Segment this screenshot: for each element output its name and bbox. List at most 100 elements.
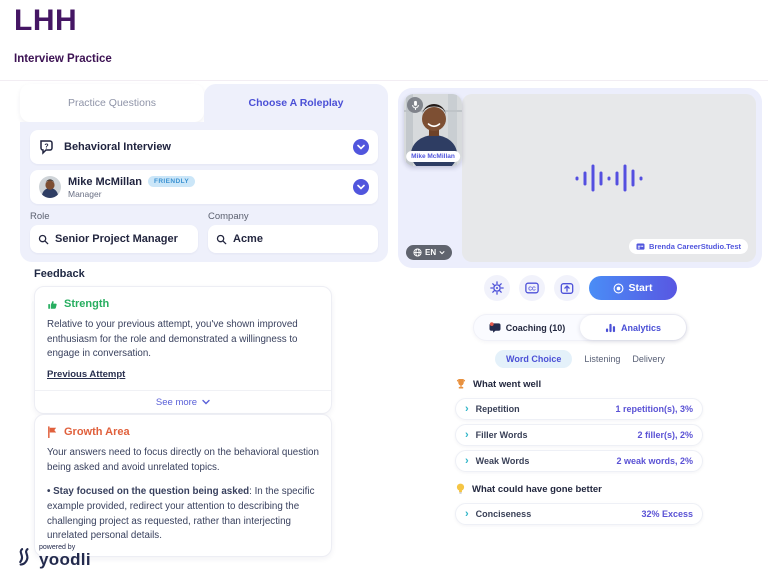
chevron-down-icon: [439, 250, 445, 255]
flag-icon: [47, 426, 58, 438]
search-icon: [216, 234, 227, 245]
left-panel: Practice Questions Choose A Roleplay ? B…: [20, 84, 388, 584]
scenario-selector[interactable]: ? Behavioral Interview: [30, 130, 378, 164]
page-title: Interview Practice: [14, 53, 112, 65]
chevron-down-icon: [357, 184, 365, 190]
metric-label: Weak Words: [476, 456, 530, 466]
upload-button[interactable]: [554, 275, 580, 301]
start-label: Start: [629, 282, 653, 294]
yoodli-wordmark: yoodli: [39, 551, 91, 570]
subtab-word-choice[interactable]: Word Choice: [495, 350, 572, 368]
coaching-chat-icon: [489, 322, 501, 333]
tab-practice-questions[interactable]: Practice Questions: [20, 84, 204, 122]
went-well-heading: What went well: [456, 378, 541, 390]
svg-text:CC: CC: [528, 286, 536, 292]
session-panel: Brenda CareerStudio.Test: [398, 88, 762, 558]
see-more-button[interactable]: See more: [35, 390, 331, 413]
strength-card: Strength Relative to your previous attem…: [34, 286, 332, 414]
company-input[interactable]: Acme: [208, 225, 378, 253]
tab-analytics[interactable]: Analytics: [580, 315, 686, 340]
start-button[interactable]: Start: [589, 276, 677, 300]
strength-body: Relative to your previous attempt, you'v…: [47, 318, 319, 362]
persona-expand-button[interactable]: [353, 179, 369, 195]
thumbs-up-icon: [47, 299, 58, 310]
expand-chevron-icon: ›: [465, 430, 469, 441]
expand-chevron-icon: ›: [465, 456, 469, 467]
metric-label: Conciseness: [476, 509, 532, 519]
record-icon: [613, 283, 624, 294]
svg-text:?: ?: [44, 143, 48, 150]
persona-name: Mike McMillan: [68, 176, 142, 188]
captions-icon: [636, 243, 645, 251]
growth-title: Growth Area: [64, 426, 130, 438]
upload-icon: [560, 282, 574, 295]
tab-coaching[interactable]: Coaching (10): [474, 322, 580, 333]
yoodli-logo-icon: [14, 544, 34, 570]
expand-chevron-icon: ›: [465, 404, 469, 415]
went-well-title: What went well: [473, 379, 541, 390]
growth-bullet-bold: • Stay focused on the question being ask…: [47, 486, 249, 497]
settings-button[interactable]: [484, 275, 510, 301]
feedback-heading: Feedback: [34, 268, 85, 280]
metric-row-weak-words[interactable]: › Weak Words 2 weak words, 2%: [455, 450, 703, 472]
metric-row-repetition[interactable]: › Repetition 1 repetition(s), 3%: [455, 398, 703, 420]
persona-avatar: [39, 176, 61, 198]
captions-toggle-button[interactable]: CC: [519, 275, 545, 301]
audio-waveform: [576, 165, 643, 192]
growth-bullet: • Stay focused on the question being ask…: [47, 485, 319, 544]
persona-selector[interactable]: Mike McMillan FRIENDLY Manager: [30, 170, 378, 204]
lightbulb-icon: [456, 483, 465, 495]
company-field-label: Company: [208, 211, 378, 222]
coaching-analytics-toggle: Coaching (10) Analytics: [473, 314, 687, 341]
globe-icon: [413, 248, 422, 257]
role-field-label: Role: [30, 211, 198, 222]
gone-better-heading: What could have gone better: [456, 483, 602, 495]
participant-name-pill: Mike McMillan: [406, 151, 460, 162]
gone-better-title: What could have gone better: [472, 484, 602, 495]
company-input-value: Acme: [233, 233, 263, 245]
session-controls: CC Start: [398, 275, 762, 301]
metric-value: 1 repetition(s), 3%: [615, 404, 693, 414]
interview-practice-page: LHH Interview Practice Practice Question…: [0, 0, 768, 584]
metric-value: 2 weak words, 2%: [616, 456, 693, 466]
analytics-subtabs: Word Choice Listening Delivery: [398, 350, 762, 368]
growth-body: Your answers need to focus directly on t…: [47, 446, 319, 475]
tab-choose-a-roleplay[interactable]: Choose A Roleplay: [204, 84, 388, 122]
metric-row-conciseness[interactable]: › Conciseness 32% Excess: [455, 503, 703, 525]
strength-title: Strength: [64, 298, 109, 310]
subtab-listening[interactable]: Listening: [584, 354, 620, 364]
gear-icon: [490, 281, 504, 295]
cc-icon: CC: [525, 282, 539, 294]
video-stage: Brenda CareerStudio.Test: [398, 88, 762, 268]
scenario-label: Behavioral Interview: [64, 141, 171, 153]
audio-stage: Brenda CareerStudio.Test: [462, 94, 756, 262]
language-selector[interactable]: EN: [406, 245, 452, 260]
lhh-logo: LHH: [14, 4, 77, 38]
trophy-icon: [456, 378, 466, 390]
participant-video-tile: Mike McMillan: [404, 94, 462, 166]
role-input[interactable]: Senior Project Manager: [30, 225, 198, 253]
metric-row-filler-words[interactable]: › Filler Words 2 filler(s), 2%: [455, 424, 703, 446]
question-bubble-icon: ?: [39, 139, 57, 155]
growth-area-card: Growth Area Your answers need to focus d…: [34, 414, 332, 557]
caption-source-label: Brenda CareerStudio.Test: [649, 242, 741, 251]
tab-analytics-label: Analytics: [621, 323, 661, 333]
scenario-expand-button[interactable]: [353, 139, 369, 155]
persona-role: Manager: [68, 189, 195, 199]
metric-value: 32% Excess: [641, 509, 693, 519]
subtab-delivery[interactable]: Delivery: [632, 354, 665, 364]
previous-attempt-link[interactable]: Previous Attempt: [47, 369, 125, 380]
role-input-value: Senior Project Manager: [55, 233, 178, 245]
mic-status-icon: [407, 97, 423, 113]
header-divider: [0, 80, 768, 81]
search-icon: [38, 234, 49, 245]
metric-label: Filler Words: [476, 430, 528, 440]
chevron-down-icon: [202, 399, 210, 405]
roleplay-config-panel: ? Behavioral Interview Mike McMillan FRI…: [20, 122, 388, 262]
see-more-label: See more: [156, 397, 197, 408]
caption-source-pill[interactable]: Brenda CareerStudio.Test: [629, 239, 748, 254]
metric-label: Repetition: [476, 404, 520, 414]
persona-style-badge: FRIENDLY: [148, 176, 195, 187]
expand-chevron-icon: ›: [465, 509, 469, 520]
tab-coaching-label: Coaching (10): [506, 323, 566, 333]
